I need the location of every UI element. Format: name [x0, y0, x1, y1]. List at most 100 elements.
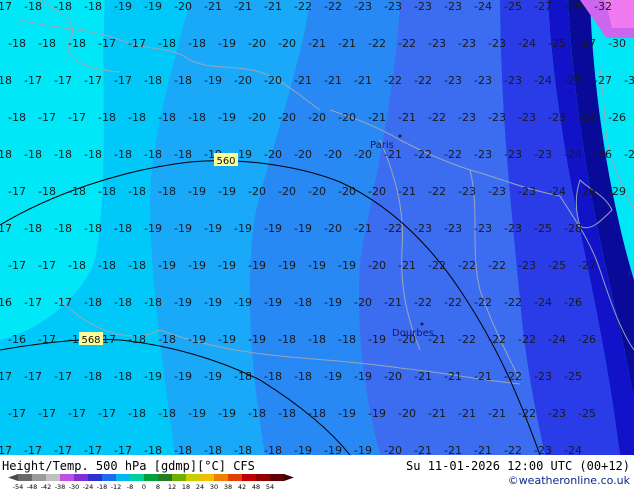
color-scale-ticks: -54 -48 -42 -38 -30 -24 -18 -12 -8 0 8 12 18 24 30 38 42… [13, 483, 274, 490]
temperature-value: -18 [84, 0, 102, 13]
temperature-value: -27 [594, 74, 612, 87]
temperature-value: -19 [368, 407, 386, 420]
temperature-value: -18 [128, 259, 146, 272]
temperature-value: -21 [294, 74, 312, 87]
temperature-value: -18 [204, 444, 222, 455]
temperature-value: -23 [518, 111, 536, 124]
color-scale-tick: -38 [55, 483, 66, 490]
temperature-value: -22 [444, 296, 462, 309]
height-label: 568 [79, 332, 103, 346]
temperature-value: -17 [38, 407, 56, 420]
temperature-value: -18 [128, 407, 146, 420]
temperature-value: -18 [234, 444, 252, 455]
temperature-value: -32 [594, 0, 612, 13]
temperature-value: -21 [368, 111, 386, 124]
temperature-value: -18 [174, 444, 192, 455]
temperature-value: -17 [38, 259, 56, 272]
height-label-text: 568 [81, 335, 100, 346]
temperature-value: -19 [248, 333, 266, 346]
temperature-value: -21 [474, 370, 492, 383]
temperature-value: -18 [68, 259, 86, 272]
temperature-value: -22 [458, 333, 476, 346]
temperature-value: -23 [414, 0, 432, 13]
temperature-value: -22 [444, 148, 462, 161]
temperature-value: -20 [248, 111, 266, 124]
temperature-value: -22 [384, 74, 402, 87]
temperature-value: -22 [518, 333, 536, 346]
scale-right-arrow-icon [284, 474, 294, 481]
temperature-value: -19 [294, 222, 312, 235]
temperature-value: -18 [98, 185, 116, 198]
temperature-value: -19 [204, 370, 222, 383]
temperature-value: -18 [158, 407, 176, 420]
temperature-value: -21 [338, 37, 356, 50]
map-title: Height/Temp. 500 hPa [gdmp][°C] CFS [2, 459, 255, 473]
temperature-value: -18 [158, 333, 176, 346]
temperature-value: -25 [504, 0, 522, 13]
temperature-value: -17 [98, 37, 116, 50]
temperature-value: -18 [114, 296, 132, 309]
temperature-value: -18 [84, 370, 102, 383]
temperature-value: -23 [444, 222, 462, 235]
temperature-value: -23 [458, 185, 476, 198]
temperature-value: -19 [278, 259, 296, 272]
temperature-value: -20 [308, 185, 326, 198]
temperature-value: -18 [38, 185, 56, 198]
temperature-value: -18 [114, 148, 132, 161]
temperature-value: -21 [384, 148, 402, 161]
temperature-value: -21 [444, 370, 462, 383]
temperature-value: -21 [308, 37, 326, 50]
temperature-value: -29 [608, 185, 626, 198]
color-scale-tick: 38 [224, 483, 232, 490]
temperature-value: -26 [578, 185, 596, 198]
temperature-value: -19 [264, 296, 282, 309]
temperature-value: -19 [234, 222, 252, 235]
temperature-value: -21 [354, 222, 372, 235]
temperature-value: -19 [188, 185, 206, 198]
temperature-value: -24 [564, 444, 582, 455]
temperature-value: -19 [354, 370, 372, 383]
temperature-value: -18 [98, 111, 116, 124]
temperature-value: -17 [98, 407, 116, 420]
temperature-value: -22 [414, 74, 432, 87]
temperature-value: -18 [128, 333, 146, 346]
temperature-value: -20 [384, 444, 402, 455]
color-scale-tick: 30 [210, 483, 218, 490]
temperature-value: -19 [218, 333, 236, 346]
temperature-value: -19 [158, 259, 176, 272]
temperature-value: -19 [174, 222, 192, 235]
temperature-value: -18 [144, 74, 162, 87]
temperature-value: -19 [204, 222, 222, 235]
temperature-value: -20 [354, 148, 372, 161]
credit-link[interactable]: ©weatheronline.co.uk [508, 474, 630, 487]
temperature-value: -22 [518, 407, 536, 420]
temperature-value: -18 [188, 37, 206, 50]
temperature-value: -23 [414, 222, 432, 235]
temperature-value: -20 [368, 185, 386, 198]
temperature-value: -17 [24, 370, 42, 383]
temperature-value: -21 [384, 296, 402, 309]
temperature-value: -20 [368, 259, 386, 272]
temperature-value: -20 [398, 333, 416, 346]
temperature-value: -17 [38, 333, 56, 346]
temperature-value: -18 [158, 37, 176, 50]
temperature-value: -17 [0, 222, 12, 235]
color-scale-tick: -24 [83, 483, 94, 490]
color-scale-swatch [116, 474, 130, 481]
temperature-value: -26 [564, 296, 582, 309]
temperature-value: -19 [264, 222, 282, 235]
temperature-value: -18 [114, 370, 132, 383]
temperature-value: -19 [338, 407, 356, 420]
temperature-value: -21 [398, 185, 416, 198]
temperature-value: -18 [128, 111, 146, 124]
temperature-value: -25 [534, 222, 552, 235]
temperature-value: -18 [8, 37, 26, 50]
temperature-value: -25 [564, 74, 582, 87]
temperature-value: -23 [474, 222, 492, 235]
temperature-value: -22 [488, 259, 506, 272]
temperature-value: -20 [264, 148, 282, 161]
temperature-value: -21 [414, 370, 432, 383]
temperature-value: -23 [518, 259, 536, 272]
temperature-value: -21 [398, 259, 416, 272]
temperature-value: -18 [174, 148, 192, 161]
